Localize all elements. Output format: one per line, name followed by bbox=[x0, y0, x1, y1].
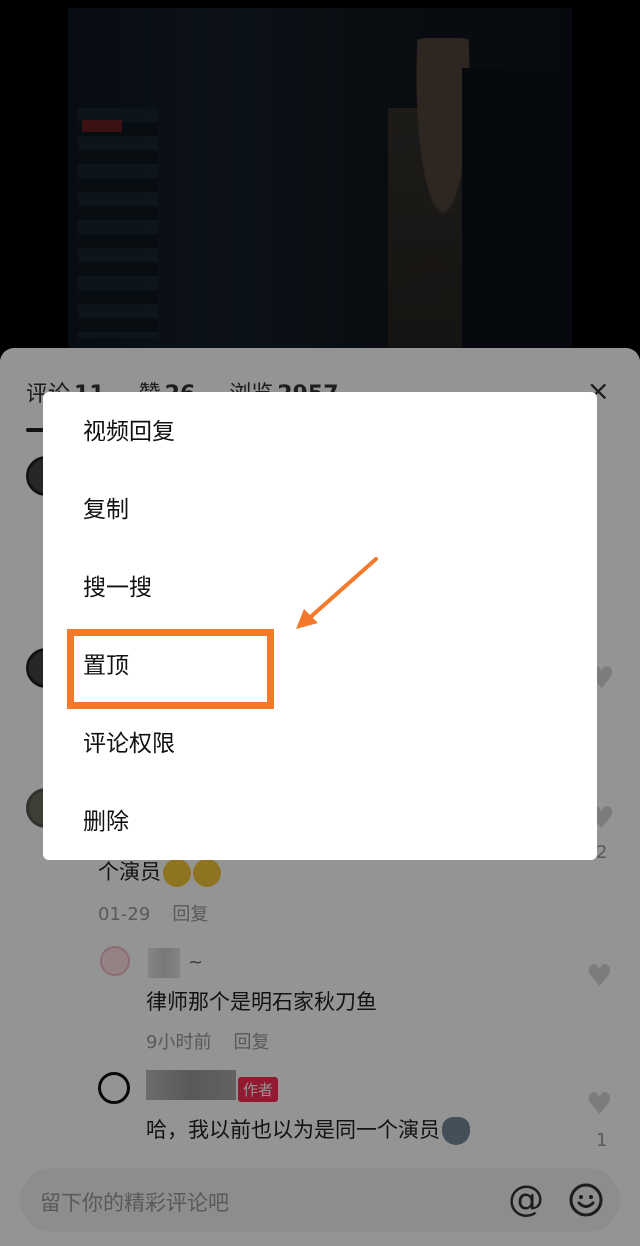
menu-item-video-reply[interactable]: 视频回复 bbox=[83, 412, 175, 452]
menu-item-comment-permission[interactable]: 评论权限 bbox=[83, 724, 175, 764]
arrow-annotation-icon bbox=[296, 557, 378, 629]
menu-item-search[interactable]: 搜一搜 bbox=[83, 568, 152, 608]
menu-item-delete[interactable]: 删除 bbox=[83, 802, 129, 842]
menu-item-copy[interactable]: 复制 bbox=[83, 490, 129, 530]
highlight-annotation bbox=[67, 629, 274, 709]
